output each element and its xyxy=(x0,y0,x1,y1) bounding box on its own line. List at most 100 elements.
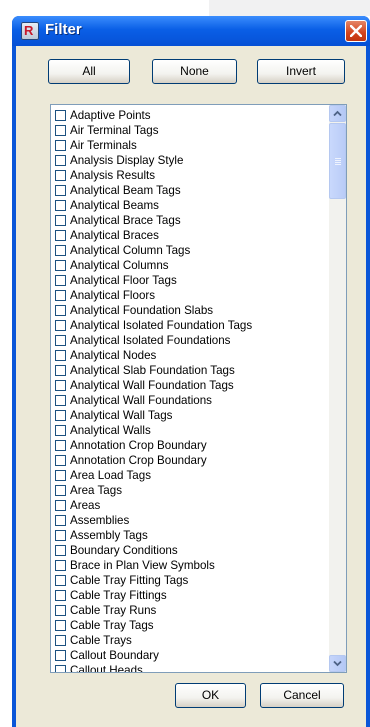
checkbox[interactable] xyxy=(55,245,66,256)
scroll-thumb[interactable] xyxy=(329,123,346,199)
checkbox[interactable] xyxy=(55,575,66,586)
checkbox[interactable] xyxy=(55,170,66,181)
checkbox[interactable] xyxy=(55,365,66,376)
list-item[interactable]: Analytical Walls xyxy=(55,423,322,438)
list-item[interactable]: Annotation Crop Boundary xyxy=(55,438,322,453)
list-item[interactable]: Analytical Isolated Foundations xyxy=(55,333,322,348)
all-button[interactable]: All xyxy=(48,59,130,84)
checkbox[interactable] xyxy=(55,230,66,241)
checkbox[interactable] xyxy=(55,590,66,601)
checkbox[interactable] xyxy=(55,260,66,271)
checkbox[interactable] xyxy=(55,395,66,406)
chevron-down-icon xyxy=(333,660,342,667)
checkbox[interactable] xyxy=(55,320,66,331)
list-item[interactable]: Assembly Tags xyxy=(55,528,322,543)
list-item[interactable]: Analytical Column Tags xyxy=(55,243,322,258)
category-checklist[interactable]: Adaptive Points Air Terminal Tags Air Term… xyxy=(50,104,347,673)
list-item[interactable]: Analytical Wall Foundations xyxy=(55,393,322,408)
dialog-client-area: All None Invert Adaptive Points Air Termi… xyxy=(16,46,366,727)
close-button[interactable] xyxy=(345,20,367,42)
title-bar[interactable]: R Filter xyxy=(12,16,370,46)
list-item[interactable]: Boundary Conditions xyxy=(55,543,322,558)
checkbox[interactable] xyxy=(55,140,66,151)
checkbox[interactable] xyxy=(55,185,66,196)
list-item[interactable]: Analytical Isolated Foundation Tags xyxy=(55,318,322,333)
ok-button[interactable]: OK xyxy=(175,683,246,708)
list-item[interactable]: Cable Tray Fittings xyxy=(55,588,322,603)
checkbox[interactable] xyxy=(55,215,66,226)
list-item-label: Cable Tray Tags xyxy=(70,619,154,632)
checkbox[interactable] xyxy=(55,350,66,361)
checkbox[interactable] xyxy=(55,110,66,121)
list-item[interactable]: Adaptive Points xyxy=(55,108,322,123)
none-button[interactable]: None xyxy=(152,59,237,84)
list-item[interactable]: Analytical Wall Foundation Tags xyxy=(55,378,322,393)
list-item[interactable]: Analytical Braces xyxy=(55,228,322,243)
checkbox[interactable] xyxy=(55,335,66,346)
scroll-down-button[interactable] xyxy=(329,655,346,672)
checkbox[interactable] xyxy=(55,620,66,631)
list-item[interactable]: Assemblies xyxy=(55,513,322,528)
list-item[interactable]: Analysis Results xyxy=(55,168,322,183)
checkbox[interactable] xyxy=(55,485,66,496)
list-item[interactable]: Analytical Slab Foundation Tags xyxy=(55,363,322,378)
checkbox[interactable] xyxy=(55,560,66,571)
checkbox[interactable] xyxy=(55,200,66,211)
list-item[interactable]: Air Terminals xyxy=(55,138,322,153)
list-item[interactable]: Analytical Floors xyxy=(55,288,322,303)
vertical-scrollbar[interactable] xyxy=(329,105,346,672)
list-item[interactable]: Analytical Wall Tags xyxy=(55,408,322,423)
checkbox[interactable] xyxy=(55,665,66,672)
list-item[interactable]: Analytical Beams xyxy=(55,198,322,213)
list-item[interactable]: Brace in Plan View Symbols xyxy=(55,558,322,573)
list-item[interactable]: Analytical Columns xyxy=(55,258,322,273)
scroll-up-button[interactable] xyxy=(329,105,346,122)
checkbox[interactable] xyxy=(55,410,66,421)
list-item[interactable]: Analytical Floor Tags xyxy=(55,273,322,288)
list-item[interactable]: Cable Tray Runs xyxy=(55,603,322,618)
list-item[interactable]: Callout Heads xyxy=(55,663,322,672)
list-item[interactable]: Area Tags xyxy=(55,483,322,498)
list-item[interactable]: Analytical Nodes xyxy=(55,348,322,363)
invert-button[interactable]: Invert xyxy=(257,59,345,84)
checkbox[interactable] xyxy=(55,500,66,511)
list-item[interactable]: Analytical Foundation Slabs xyxy=(55,303,322,318)
checkbox[interactable] xyxy=(55,515,66,526)
checkbox[interactable] xyxy=(55,155,66,166)
list-item[interactable]: Cable Tray Tags xyxy=(55,618,322,633)
thumb-grip-line xyxy=(335,160,341,161)
list-item-label: Brace in Plan View Symbols xyxy=(70,559,215,572)
checkbox[interactable] xyxy=(55,605,66,616)
checkbox[interactable] xyxy=(55,650,66,661)
list-item-label: Assemblies xyxy=(70,514,130,527)
thumb-grip-line xyxy=(335,158,341,159)
checkbox[interactable] xyxy=(55,635,66,646)
checkbox[interactable] xyxy=(55,380,66,391)
list-item[interactable]: Analytical Beam Tags xyxy=(55,183,322,198)
list-item[interactable]: Cable Tray Fitting Tags xyxy=(55,573,322,588)
checkbox[interactable] xyxy=(55,455,66,466)
checkbox[interactable] xyxy=(55,425,66,436)
list-item-label: Boundary Conditions xyxy=(70,544,178,557)
checkbox[interactable] xyxy=(55,440,66,451)
list-item[interactable]: Cable Trays xyxy=(55,633,322,648)
list-item[interactable]: Annotation Crop Boundary xyxy=(55,453,322,468)
list-item[interactable]: Areas xyxy=(55,498,322,513)
checkbox[interactable] xyxy=(55,530,66,541)
list-item[interactable]: Analytical Brace Tags xyxy=(55,213,322,228)
list-item[interactable]: Air Terminal Tags xyxy=(55,123,322,138)
checkbox[interactable] xyxy=(55,545,66,556)
list-item[interactable]: Callout Boundary xyxy=(55,648,322,663)
thumb-grip-line xyxy=(335,162,341,163)
checkbox[interactable] xyxy=(55,305,66,316)
background xyxy=(0,0,370,16)
list-item[interactable]: Area Load Tags xyxy=(55,468,322,483)
checkbox[interactable] xyxy=(55,290,66,301)
list-item-label: Analytical Floor Tags xyxy=(70,274,177,287)
cancel-button[interactable]: Cancel xyxy=(260,683,344,708)
checkbox[interactable] xyxy=(55,275,66,286)
checkbox[interactable] xyxy=(55,125,66,136)
list-item[interactable]: Analysis Display Style xyxy=(55,153,322,168)
list-item-label: Cable Tray Runs xyxy=(70,604,157,617)
checkbox[interactable] xyxy=(55,470,66,481)
